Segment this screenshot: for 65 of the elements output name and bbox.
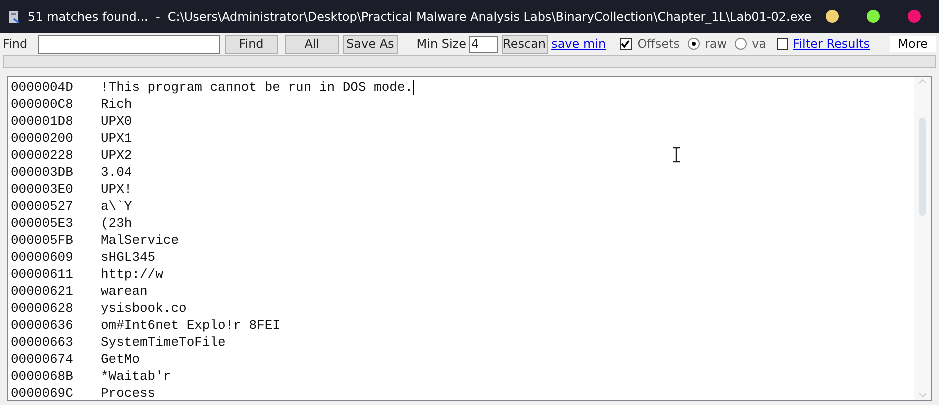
- radio-button[interactable]: [688, 38, 700, 50]
- offsets-checkbox[interactable]: [620, 38, 632, 50]
- offset-cell-text: 000001D8: [11, 113, 74, 130]
- string-cell: http://w: [101, 266, 164, 283]
- string-cell: Rich: [101, 96, 132, 113]
- text-caret: [413, 80, 414, 95]
- string-cell: 3.04: [101, 164, 132, 181]
- string-cell: SystemTimeToFile: [101, 334, 226, 351]
- offset-cell-text: 000005FB: [11, 232, 74, 249]
- offset-cell-text: 00000611: [11, 266, 74, 283]
- offset-cell-text: 000005E3: [11, 215, 74, 232]
- string-cell: a\`Y: [101, 198, 132, 215]
- close-button[interactable]: [908, 10, 921, 23]
- toolbar-button[interactable]: Rescan: [502, 34, 548, 54]
- minimize-button[interactable]: [826, 10, 839, 23]
- string-cell: GetMo: [101, 351, 140, 368]
- filter-results-link[interactable]: Filter Results: [793, 35, 870, 53]
- offset-cell-text: 00000609: [11, 249, 74, 266]
- find-label: Find: [3, 36, 28, 53]
- radio-label: va: [752, 36, 767, 53]
- offset-cell-text: 00000636: [11, 317, 74, 334]
- string-cell: UPX2: [101, 147, 132, 164]
- filter-checkbox[interactable]: [776, 38, 788, 50]
- string-cell: Process: [101, 385, 156, 402]
- min-size-label: Min Size: [416, 36, 466, 53]
- string-cell: UPX1: [101, 130, 132, 147]
- string-cell: (23h: [101, 215, 132, 232]
- offset-cell-text: 00000228: [11, 147, 74, 164]
- offset-cell-text: 00000200: [11, 130, 74, 147]
- offset-cell-text: 000000C8: [11, 96, 74, 113]
- offset-cell-text: 000003DB: [11, 164, 74, 181]
- offset-cell-text: 0000068B: [11, 368, 74, 385]
- string-cell: *Waitab'r: [101, 368, 172, 385]
- find-field[interactable]: [38, 34, 220, 54]
- offset-cell-text: 00000663: [11, 334, 74, 351]
- offset-cell-text: 0000069C: [11, 385, 74, 402]
- app-icon: [8, 10, 20, 24]
- window-title: 51 matches found... - C:\Users\Administrator\Desktop\Practical Malware Analysis Labs\BinaryCollection\Chapter_1L\Lab01-02.exe: [28, 8, 812, 26]
- maximize-button[interactable]: [867, 10, 880, 23]
- string-cell: UPX!: [101, 181, 132, 198]
- radio-button[interactable]: [735, 38, 748, 50]
- offset-cell-text: 00000674: [11, 351, 74, 368]
- string-cell: MalService: [101, 232, 180, 249]
- toolbar-button[interactable]: Save As: [343, 34, 398, 54]
- save-min-link[interactable]: save min: [552, 35, 606, 53]
- toolbar-button[interactable]: Find: [224, 34, 278, 54]
- offsets-label: Offsets: [638, 36, 680, 53]
- scrollbar[interactable]: [914, 77, 931, 400]
- string-cell: !This program cannot be run in DOS mode.: [101, 79, 414, 96]
- more-button[interactable]: More: [890, 36, 936, 52]
- string-cell: sHGL345: [101, 249, 156, 266]
- string-cell: warean: [101, 283, 148, 300]
- scroll-thumb[interactable]: [919, 118, 926, 216]
- toolbar-button[interactable]: All: [285, 34, 340, 54]
- min-size-field[interactable]: 4: [468, 36, 498, 52]
- string-cell: UPX0: [101, 113, 132, 130]
- offset-cell-text: 000003E0: [11, 181, 74, 198]
- string-cell: om#Int6net Explo!r 8FEI: [101, 317, 280, 334]
- offset-cell-text: 00000621: [11, 283, 74, 300]
- text-cursor-icon: [673, 147, 680, 163]
- radio-label: raw: [705, 36, 728, 53]
- string-cell: ysisbook.co: [101, 300, 187, 317]
- offset-cell-text: 0000004D: [11, 79, 74, 96]
- offset-cell-text: 00000527: [11, 198, 74, 215]
- offset-cell-text: 00000628: [11, 300, 74, 317]
